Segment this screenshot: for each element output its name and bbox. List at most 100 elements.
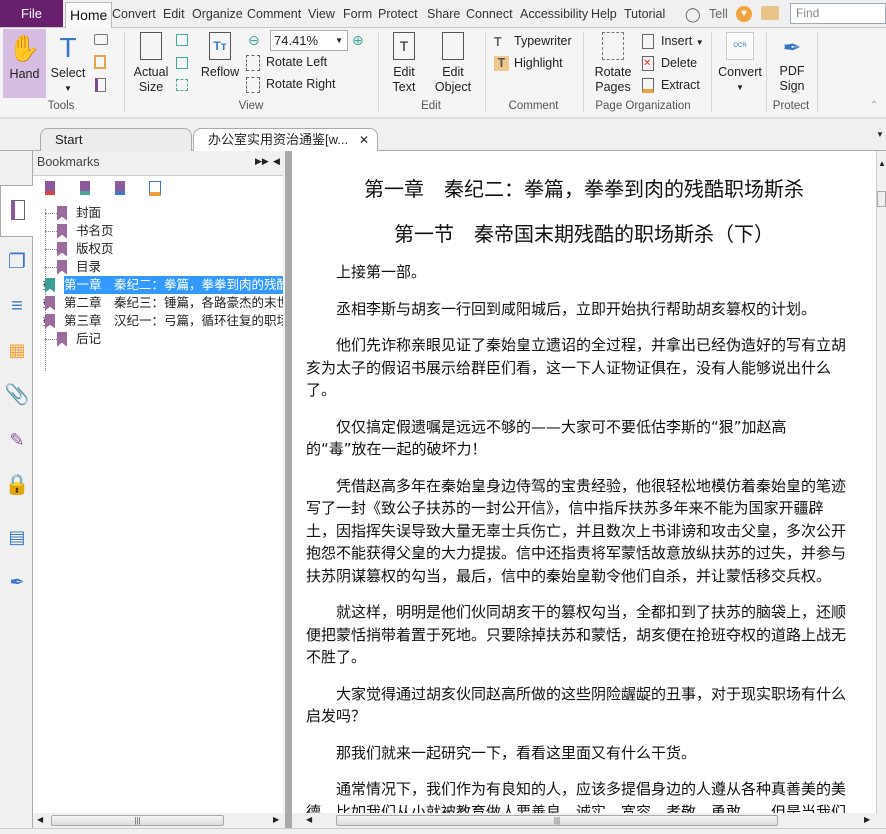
scrollbar-thumb[interactable]: ||| — [336, 815, 778, 826]
tab-home[interactable]: Home — [65, 2, 113, 29]
pdf-sign-button[interactable]: ✒ PDF Sign — [770, 32, 814, 94]
scroll-right-icon[interactable]: ▶ — [864, 815, 870, 824]
edit-object-button[interactable]: Edit Object — [428, 32, 478, 95]
snapshot-icon[interactable] — [94, 34, 108, 45]
menu-tutorial[interactable]: Tutorial — [624, 0, 665, 28]
scroll-left-icon[interactable]: ◀ — [306, 815, 312, 824]
tab-list-icon[interactable]: ▼ — [876, 130, 884, 139]
signature-panel-icon[interactable]: ✎ — [4, 427, 30, 453]
scroll-left-icon[interactable]: ◀ — [37, 815, 43, 824]
menu-form[interactable]: Form — [343, 0, 372, 28]
search-folder-icon[interactable] — [761, 6, 779, 20]
collapse-ribbon-icon[interactable]: ⌃ — [870, 100, 878, 111]
hand-button[interactable]: ✋ Hand — [3, 29, 46, 98]
bookmark-icon — [57, 205, 67, 221]
reflow-icon: Tт — [209, 32, 231, 60]
layers-icon[interactable]: ≡ — [4, 293, 30, 319]
convert-button[interactable]: OCR Convert ▼ — [716, 32, 764, 95]
bookmark-label: 第二章 秦纪三：锤篇，各路豪杰的末世 — [64, 296, 283, 310]
move-bookmark-icon[interactable] — [115, 181, 125, 195]
bookmark-item[interactable]: 后记 — [43, 330, 283, 348]
rotate-left-button[interactable]: Rotate Left — [246, 52, 327, 72]
actual-size-button[interactable]: Actual Size — [130, 32, 172, 95]
scrollbar-thumb[interactable] — [877, 191, 886, 207]
form-fields-icon[interactable]: ▤ — [4, 524, 30, 550]
scroll-right-icon[interactable]: ▶ — [273, 815, 279, 824]
add-bookmark-icon[interactable] — [80, 181, 90, 195]
zoom-in-icon[interactable]: ⊕ — [352, 32, 364, 49]
bookmark-item[interactable]: 目录 — [43, 258, 283, 276]
edit-object-icon — [442, 32, 464, 60]
document-tab-bar: Start 办公室实用资治通鉴[w... ✕ ▼ — [0, 120, 886, 152]
attachments-icon[interactable]: 📎 — [4, 381, 30, 407]
menu-accessibility[interactable]: Accessibility — [520, 0, 588, 28]
status-bar — [0, 828, 886, 834]
comments-icon[interactable]: ▦ — [4, 337, 30, 363]
file-menu[interactable]: File — [0, 0, 63, 27]
delete-button[interactable]: ✕ Delete — [642, 53, 697, 73]
scroll-up-icon[interactable]: ▲ — [878, 159, 886, 168]
zoom-out-icon[interactable]: ⊖ — [248, 32, 260, 49]
fit-page-icon[interactable] — [176, 34, 188, 46]
bookmark-item[interactable]: 书名页 — [43, 222, 283, 240]
expand-panel-icon[interactable]: ▶▶ — [255, 156, 269, 167]
extract-page-icon — [642, 78, 654, 94]
fit-visible-icon[interactable] — [176, 79, 188, 91]
paragraph: 就这样，明明是他们伙同胡亥干的篡权勾当，全都扣到了扶苏的脑袋上，还顺便把蒙恬捎带… — [306, 603, 847, 666]
bookmark-label: 第一章 秦纪二：拳篇，拳拳到肉的残酷职场斯杀 — [64, 276, 283, 294]
bookmark-item[interactable]: +第一章 秦纪二：拳篇，拳拳到肉的残酷职场斯杀 — [43, 276, 283, 294]
zoom-level-select[interactable]: 74.41% ▼ — [270, 30, 348, 51]
tell-me[interactable]: Tell — [709, 0, 728, 28]
bookmark-label: 书名页 — [76, 224, 114, 238]
highlight-button[interactable]: T Highlight — [494, 53, 563, 73]
tab-document[interactable]: 办公室实用资治通鉴[w... ✕ — [193, 128, 378, 152]
extract-button[interactable]: Extract — [642, 75, 700, 95]
bookmark-item[interactable]: 版权页 — [43, 240, 283, 258]
bookmark-icon — [57, 241, 67, 257]
bookmark-item[interactable]: +第二章 秦纪三：锤篇，各路豪杰的末世 — [43, 294, 283, 312]
bookmark-item[interactable]: 封面 — [43, 204, 283, 222]
menu-help[interactable]: Help — [591, 0, 617, 28]
tab-start[interactable]: Start — [40, 128, 192, 151]
menu-connect[interactable]: Connect — [466, 0, 513, 28]
typewriter-button[interactable]: T Typewriter — [494, 31, 572, 51]
scrollbar-thumb[interactable]: ||| — [51, 815, 224, 826]
lock-icon[interactable]: 🔒 — [4, 471, 30, 497]
edit-text-button[interactable]: T Edit Text — [384, 32, 424, 95]
bookmark-options-icon[interactable] — [149, 181, 161, 196]
vertical-scrollbar[interactable]: ▲ — [876, 151, 886, 813]
select-button[interactable]: T Select ▼ — [48, 30, 88, 96]
rotate-right-icon — [246, 76, 260, 93]
fit-width-icon[interactable] — [176, 57, 188, 69]
paragraph: 凭借赵高多年在秦始皇身边侍驾的宝贵经验，他很轻松地模仿着秦始皇的笔迹写了一封《致… — [306, 476, 847, 585]
insert-button[interactable]: Insert ▼ — [642, 31, 704, 51]
rotate-pages-button[interactable]: Rotate Pages — [590, 32, 636, 95]
page-icon[interactable] — [95, 78, 106, 92]
menu-organize[interactable]: Organize — [192, 0, 243, 28]
pages-icon[interactable]: ❐ — [4, 248, 30, 274]
rotate-right-button[interactable]: Rotate Right — [246, 74, 335, 94]
reflow-button[interactable]: Tт Reflow — [198, 32, 242, 80]
menu-share[interactable]: Share — [427, 0, 460, 28]
menu-view[interactable]: View — [308, 0, 335, 28]
collapse-panel-icon[interactable]: ◀ — [273, 156, 280, 167]
page-organization-group-label: Page Organization — [595, 100, 691, 112]
bookmarks-horizontal-scrollbar[interactable]: ◀ ||| ▶ — [33, 813, 283, 828]
menu-convert[interactable]: Convert — [112, 0, 156, 28]
certificate-icon[interactable]: ✒ — [4, 569, 30, 595]
menu-comment[interactable]: Comment — [247, 0, 301, 28]
menu-protect[interactable]: Protect — [378, 0, 418, 28]
delete-bookmark-icon[interactable] — [45, 181, 55, 195]
paragraph: 丞相李斯与胡亥一行回到咸阳城后，立即开始执行帮助胡亥篡权的计划。 — [336, 299, 817, 318]
close-icon[interactable]: ✕ — [359, 129, 369, 151]
menu-edit[interactable]: Edit — [163, 0, 185, 28]
bookmark-item[interactable]: +第三章 汉纪一：弓篇，循环往复的职场 — [43, 312, 283, 330]
document-horizontal-scrollbar[interactable]: ◀ ||| ▶ — [292, 813, 886, 828]
actual-size-icon — [140, 32, 162, 60]
heart-icon[interactable]: ♥ — [736, 6, 752, 22]
panel-splitter[interactable] — [285, 151, 292, 828]
find-input[interactable]: Find — [790, 3, 886, 24]
bookmarks-pane-tab[interactable] — [0, 185, 34, 237]
paragraph: 那我们就来一起研究一下，看看这里面又有什么干货。 — [336, 743, 697, 762]
clipboard-icon[interactable] — [94, 55, 106, 69]
